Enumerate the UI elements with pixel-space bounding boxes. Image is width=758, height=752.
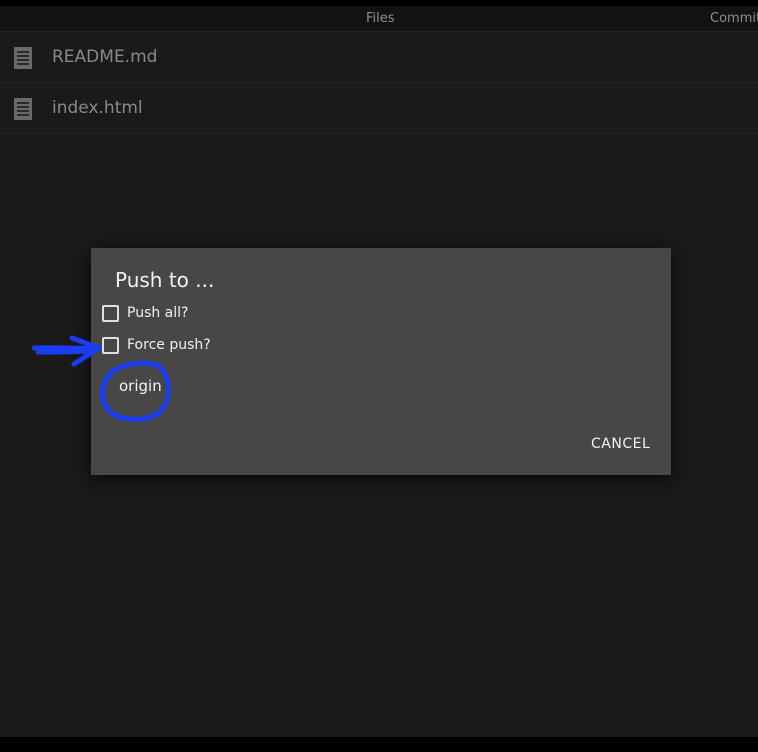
cancel-button[interactable]: CANCEL xyxy=(591,436,650,452)
file-name: index.html xyxy=(52,98,143,118)
bottom-edge xyxy=(0,737,758,752)
tab-bar: Files Commit xyxy=(0,6,758,32)
document-icon xyxy=(14,47,32,69)
annotation-arrow-icon xyxy=(31,335,102,367)
push-dialog: Push to ... Push all? Force push? origin… xyxy=(91,248,671,475)
tab-files[interactable]: Files xyxy=(366,11,395,26)
remote-origin-item[interactable]: origin xyxy=(119,377,162,395)
file-row-index[interactable]: index.html xyxy=(0,83,758,134)
push-all-label: Push all? xyxy=(127,305,189,321)
document-icon xyxy=(14,98,32,120)
file-name: README.md xyxy=(52,47,158,67)
push-all-checkbox[interactable] xyxy=(102,305,119,322)
dialog-title: Push to ... xyxy=(115,268,215,292)
app-screen: Files Commit README.md index.html Push t… xyxy=(0,0,758,752)
tab-commits[interactable]: Commit xyxy=(710,11,758,26)
force-push-label: Force push? xyxy=(127,337,211,353)
file-row-readme[interactable]: README.md xyxy=(0,32,758,83)
force-push-checkbox[interactable] xyxy=(102,337,119,354)
